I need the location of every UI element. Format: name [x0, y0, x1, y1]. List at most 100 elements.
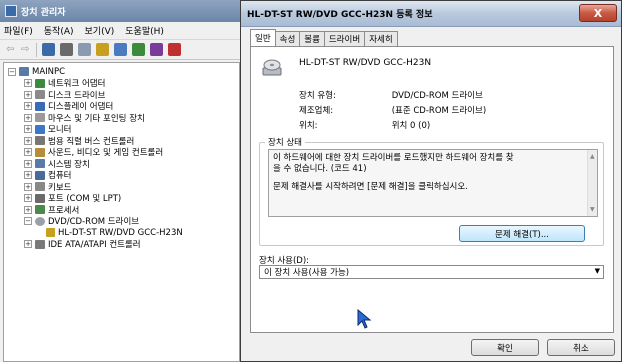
toolbar: ⇦ ⇨: [0, 40, 243, 60]
scroll-up-icon[interactable]: ▲: [590, 151, 595, 162]
tree-item-computer[interactable]: + 컴퓨터: [4, 170, 239, 182]
menu-view[interactable]: 보기(V): [85, 24, 115, 37]
collapse-icon[interactable]: −: [8, 67, 16, 76]
expand-icon[interactable]: +: [24, 240, 32, 249]
tree-item-label: 프로세서: [48, 205, 80, 216]
tree-item-system-devices[interactable]: + 시스템 장치: [4, 158, 239, 170]
tree-root[interactable]: − MAINPC: [4, 66, 239, 78]
tree-item-monitors[interactable]: + 모니터: [4, 124, 239, 136]
dialog-title: HL-DT-ST RW/DVD GCC-H23N 등록 정보: [247, 10, 433, 20]
tree-item-usb-controllers[interactable]: + 범용 직렬 버스 컨트롤러: [4, 135, 239, 147]
tab-general[interactable]: 일반: [250, 29, 276, 46]
network-adapter-icon: [35, 78, 45, 88]
tree-item-processors[interactable]: + 프로세서: [4, 204, 239, 216]
warning-device-icon: [46, 228, 55, 238]
tree-root-label: MAINPC: [32, 66, 66, 77]
tree-item-ports[interactable]: + 포트 (COM 및 LPT): [4, 193, 239, 205]
print-icon[interactable]: [60, 43, 73, 56]
tree-item-label: 포트 (COM 및 LPT): [48, 194, 122, 205]
expand-icon[interactable]: +: [24, 79, 32, 88]
back-arrow-icon[interactable]: ⇦: [6, 43, 16, 56]
tree-item-network-adapters[interactable]: + 네트워크 어댑터: [4, 78, 239, 90]
device-tree: − MAINPC + 네트워크 어댑터 + 디스크 드라이브 + 디스플레이 어…: [3, 62, 240, 362]
manufacturer-label: 제조업체:: [299, 106, 334, 116]
tree-item-label: 컴퓨터: [48, 171, 72, 182]
tree-item-ide-controllers[interactable]: + IDE ATA/ATAPI 컨트롤러: [4, 239, 239, 250]
menu-help[interactable]: 도움말(H): [125, 24, 164, 37]
expand-icon[interactable]: +: [24, 171, 32, 180]
device-manager-title-bar[interactable]: 장치 관리자: [0, 0, 243, 22]
expand-icon[interactable]: +: [24, 205, 32, 214]
tab-details[interactable]: 자세히: [364, 31, 398, 46]
device-status-title: 장치 상태: [265, 136, 305, 148]
ide-controller-icon: [35, 239, 45, 249]
expand-icon[interactable]: +: [24, 148, 32, 157]
tree-item-label: 키보드: [48, 182, 72, 193]
scan-hardware-icon[interactable]: [114, 43, 127, 56]
tree-item-label: DVD/CD-ROM 드라이브: [48, 217, 140, 228]
tab-properties[interactable]: 속성: [274, 31, 301, 46]
usb-icon: [35, 136, 45, 146]
status-line-1: 이 하드웨어에 대한 장치 드라이버를 로드했지만 하드웨어 장치를 찾: [273, 153, 514, 163]
cancel-button[interactable]: 취소: [547, 339, 615, 356]
expand-icon[interactable]: +: [24, 136, 32, 145]
disk-drive-icon: [35, 90, 45, 100]
device-status-text: 이 하드웨어에 대한 장치 드라이버를 로드했지만 하드웨어 장치를 찾 을 수…: [268, 149, 598, 217]
info-row-location: 위치: 위치 0 (0): [299, 119, 430, 131]
tree-item-label: 시스템 장치: [48, 159, 90, 170]
device-usage-value: 이 장치 사용(사용 가능): [264, 268, 350, 278]
tree-view-icon[interactable]: [42, 43, 55, 56]
expand-icon[interactable]: +: [24, 159, 32, 168]
info-row-manufacturer: 제조업체: (표준 CD-ROM 드라이브): [299, 104, 486, 116]
processor-icon: [35, 205, 45, 215]
uninstall-device-icon[interactable]: [168, 43, 181, 56]
properties-icon[interactable]: [78, 43, 91, 56]
ok-button[interactable]: 확인: [471, 339, 539, 356]
tree-item-sound[interactable]: + 사운드, 비디오 및 게임 컨트롤러: [4, 147, 239, 158]
expand-icon[interactable]: +: [24, 125, 32, 134]
troubleshoot-button[interactable]: 문제 해결(T)...: [459, 225, 585, 242]
disable-device-icon[interactable]: [150, 43, 163, 56]
computer-icon: [19, 67, 29, 77]
tree-item-dvd-device[interactable]: HL-DT-ST RW/DVD GCC-H23N: [4, 227, 239, 239]
display-adapter-icon: [35, 101, 45, 111]
expand-icon[interactable]: +: [24, 113, 32, 122]
computer-icon: [35, 170, 45, 180]
expand-icon[interactable]: +: [24, 90, 32, 99]
scroll-down-icon[interactable]: ▼: [590, 204, 595, 215]
tree-item-label: 디스플레이 어댑터: [48, 102, 114, 113]
info-row-type: 장치 유형: DVD/CD-ROM 드라이브: [299, 89, 483, 101]
tab-driver[interactable]: 드라이버: [323, 31, 366, 46]
device-manager-title: 장치 관리자: [21, 7, 66, 18]
status-scrollbar[interactable]: ▲ ▼: [587, 150, 597, 216]
mouse-cursor-icon: [357, 309, 372, 329]
help-icon[interactable]: [96, 43, 109, 56]
status-line-2: 을 수 없습니다. (코드 41): [273, 164, 367, 174]
tree-item-disk-drives[interactable]: + 디스크 드라이브: [4, 89, 239, 101]
update-driver-icon[interactable]: [132, 43, 145, 56]
collapse-icon[interactable]: −: [24, 217, 32, 226]
dialog-title-bar[interactable]: HL-DT-ST RW/DVD GCC-H23N 등록 정보: [241, 1, 621, 27]
properties-dialog: HL-DT-ST RW/DVD GCC-H23N 등록 정보 X 일반 속성 볼…: [240, 0, 622, 362]
tree-item-label: 디스크 드라이브: [48, 90, 106, 101]
expand-icon[interactable]: +: [24, 194, 32, 203]
menu-file[interactable]: 파일(F): [4, 24, 33, 37]
forward-arrow-icon[interactable]: ⇨: [21, 43, 31, 56]
menu-action[interactable]: 동작(A): [44, 24, 74, 37]
device-manager-app-icon: [5, 5, 17, 17]
device-usage-select[interactable]: 이 장치 사용(사용 가능) ▼: [259, 265, 604, 279]
tab-volumes[interactable]: 볼륨: [299, 31, 325, 46]
tree-item-keyboards[interactable]: + 키보드: [4, 181, 239, 193]
tree-item-dvd-cdrom[interactable]: − DVD/CD-ROM 드라이브: [4, 216, 239, 228]
tree-item-mice[interactable]: + 마우스 및 기타 포인팅 장치: [4, 112, 239, 124]
chevron-down-icon[interactable]: ▼: [595, 267, 600, 275]
port-icon: [35, 193, 45, 203]
expand-icon[interactable]: +: [24, 182, 32, 191]
monitor-icon: [35, 124, 45, 134]
close-button[interactable]: X: [579, 4, 617, 22]
expand-icon[interactable]: +: [24, 102, 32, 111]
tree-item-display-adapters[interactable]: + 디스플레이 어댑터: [4, 101, 239, 113]
keyboard-icon: [35, 182, 45, 192]
tree-item-label: 네트워크 어댑터: [48, 79, 106, 90]
tree-item-label: 모니터: [48, 125, 72, 136]
